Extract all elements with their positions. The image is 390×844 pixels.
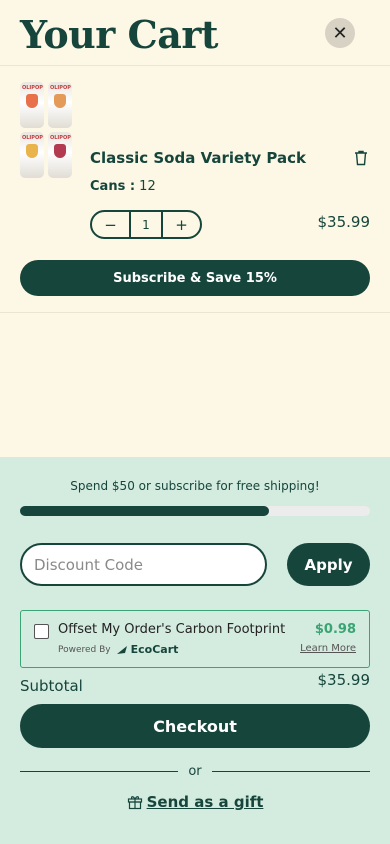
send-as-gift-link[interactable]: Send as a gift — [0, 793, 390, 811]
discount-code-input[interactable] — [20, 543, 267, 586]
decrease-button[interactable]: − — [92, 212, 129, 237]
subscribe-button[interactable]: Subscribe & Save 15% — [20, 260, 370, 296]
can-image: OLIPOP — [48, 132, 72, 178]
subtotal-value: $35.99 — [317, 671, 371, 689]
checkout-button[interactable]: Checkout — [20, 704, 370, 748]
send-as-gift-label[interactable]: Send as a gift — [147, 793, 264, 811]
increase-button[interactable]: + — [163, 212, 200, 237]
carbon-offset-checkbox[interactable] — [34, 624, 49, 639]
shipping-progress-fill — [20, 506, 269, 516]
powered-by: Powered By EcoCart — [58, 643, 178, 656]
gift-icon — [127, 796, 142, 810]
apply-button[interactable]: Apply — [287, 543, 370, 586]
powered-by-label: Powered By — [58, 644, 111, 655]
close-button[interactable]: ✕ — [325, 18, 355, 48]
ecocart-logo: EcoCart — [116, 643, 179, 656]
product-option: Cans : 12 — [90, 179, 156, 194]
option-value: 12 — [139, 179, 156, 194]
shipping-message: Spend $50 or subscribe for free shipping… — [70, 479, 320, 493]
trash-icon[interactable] — [354, 150, 368, 166]
product-image: OLIPOP OLIPOP OLIPOP OLIPOP — [20, 82, 72, 178]
close-icon: ✕ — [332, 22, 348, 44]
ecocart-brand: EcoCart — [130, 643, 179, 656]
carbon-offset-box: Offset My Order's Carbon Footprint $0.98… — [20, 610, 370, 668]
can-image: OLIPOP — [48, 82, 72, 128]
quantity-stepper: − 1 + — [90, 210, 202, 239]
leaf-icon — [116, 645, 127, 654]
divider-line — [211, 771, 370, 772]
product-name[interactable]: Classic Soda Variety Pack — [90, 149, 306, 167]
carbon-offset-amount: $0.98 — [314, 622, 356, 637]
cart-footer: Spend $50 or subscribe for free shipping… — [0, 457, 390, 844]
or-label: or — [188, 764, 202, 779]
page-title: Your Cart — [20, 12, 219, 57]
divider-line — [20, 771, 179, 772]
cart-item: OLIPOP OLIPOP OLIPOP OLIPOP Classic Soda… — [0, 66, 390, 313]
can-image: OLIPOP — [20, 82, 44, 128]
subtotal-label: Subtotal — [20, 677, 83, 695]
item-price: $35.99 — [317, 213, 371, 231]
carbon-offset-label[interactable]: Offset My Order's Carbon Footprint — [58, 622, 285, 637]
learn-more-link[interactable]: Learn More — [300, 643, 356, 654]
cart-header: Your Cart ✕ — [0, 0, 390, 66]
shipping-progress-bar — [20, 506, 370, 516]
option-label: Cans : — [90, 179, 136, 194]
quantity-value[interactable]: 1 — [129, 212, 163, 237]
or-divider: or — [20, 764, 370, 779]
can-image: OLIPOP — [20, 132, 44, 178]
